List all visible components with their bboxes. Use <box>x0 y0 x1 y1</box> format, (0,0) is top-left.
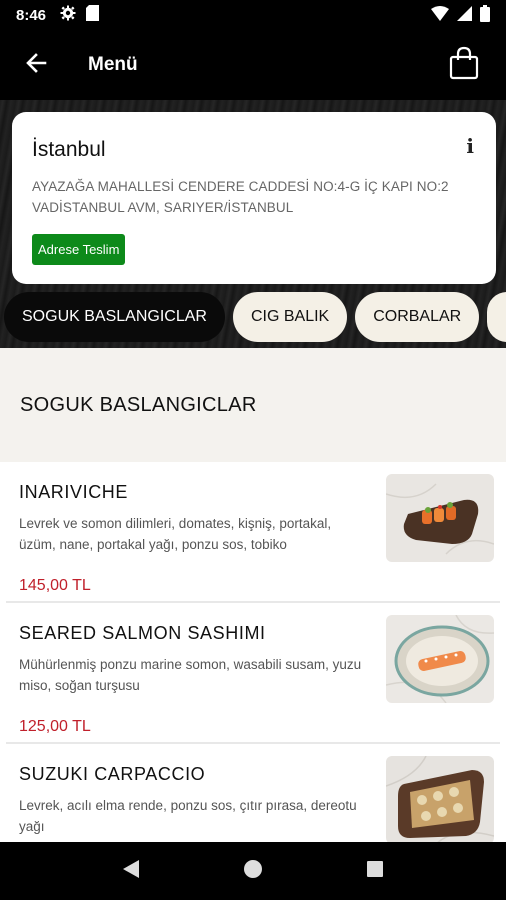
category-tabs: SOGUK BASLANGICLAR CIG BALIK CORBALAR <box>0 292 506 344</box>
item-image[interactable] <box>386 615 494 703</box>
section-title: SOGUK BASLANGICLAR <box>20 393 257 416</box>
app-bar: Menü <box>0 30 506 100</box>
nav-home-icon <box>243 859 263 884</box>
back-arrow-icon <box>24 51 48 80</box>
wifi-icon <box>431 5 449 25</box>
shopping-bag-icon <box>449 46 479 85</box>
item-price: 145,00 TL <box>19 577 91 594</box>
item-image[interactable] <box>386 474 494 562</box>
nav-recents-icon <box>366 860 384 883</box>
address-card[interactable]: İstanbul i AYAZAĞA MAHALLESİ CENDERE CAD… <box>12 112 496 284</box>
nav-home-button[interactable] <box>233 851 273 891</box>
address-line: AYAZAĞA MAHALLESİ CENDERE CADDESİ NO:4-G… <box>32 179 449 215</box>
menu-content: SOGUK BASLANGICLAR INARIVICHE Levrek ve … <box>0 348 506 842</box>
system-nav-bar <box>0 842 506 900</box>
item-image[interactable] <box>386 756 494 842</box>
item-description: Levrek, acılı elma rende, ponzu sos, çıt… <box>19 798 357 834</box>
tab-next-partial[interactable] <box>487 292 506 342</box>
section-header: SOGUK BASLANGICLAR <box>0 348 506 462</box>
nav-recents-button[interactable] <box>355 851 395 891</box>
page-title: Menü <box>88 54 138 75</box>
settings-icon <box>60 5 76 25</box>
item-description: Levrek ve somon dilimleri, domates, kişn… <box>19 516 332 552</box>
status-bar: 8:46 <box>0 0 506 30</box>
nav-back-icon <box>122 859 140 884</box>
signal-icon <box>457 5 472 25</box>
menu-item[interactable]: SEARED SALMON SASHIMI Mühürlenmiş ponzu … <box>6 603 500 744</box>
menu-item[interactable]: INARIVICHE Levrek ve somon dilimleri, do… <box>6 462 500 603</box>
cart-button[interactable] <box>436 37 492 93</box>
tab-corbalar[interactable]: CORBALAR <box>355 292 480 342</box>
address-city: İstanbul <box>32 138 106 161</box>
tab-cig-balik[interactable]: CIG BALIK <box>232 292 348 342</box>
item-price: 125,00 TL <box>19 718 91 735</box>
item-description: Mühürlenmiş ponzu marine somon, wasabili… <box>19 657 362 693</box>
tab-soguk-baslangiclar[interactable]: SOGUK BASLANGICLAR <box>4 292 225 342</box>
nav-back-button[interactable] <box>111 851 151 891</box>
back-button[interactable] <box>8 37 64 93</box>
sd-card-icon <box>86 5 100 25</box>
info-icon[interactable]: i <box>466 134 474 158</box>
delivery-badge[interactable]: Adrese Teslim <box>32 234 126 265</box>
status-time: 8:46 <box>16 6 47 24</box>
menu-item[interactable]: SUZUKI CARPACCIO Levrek, acılı elma rend… <box>6 744 500 842</box>
battery-icon <box>480 4 490 26</box>
